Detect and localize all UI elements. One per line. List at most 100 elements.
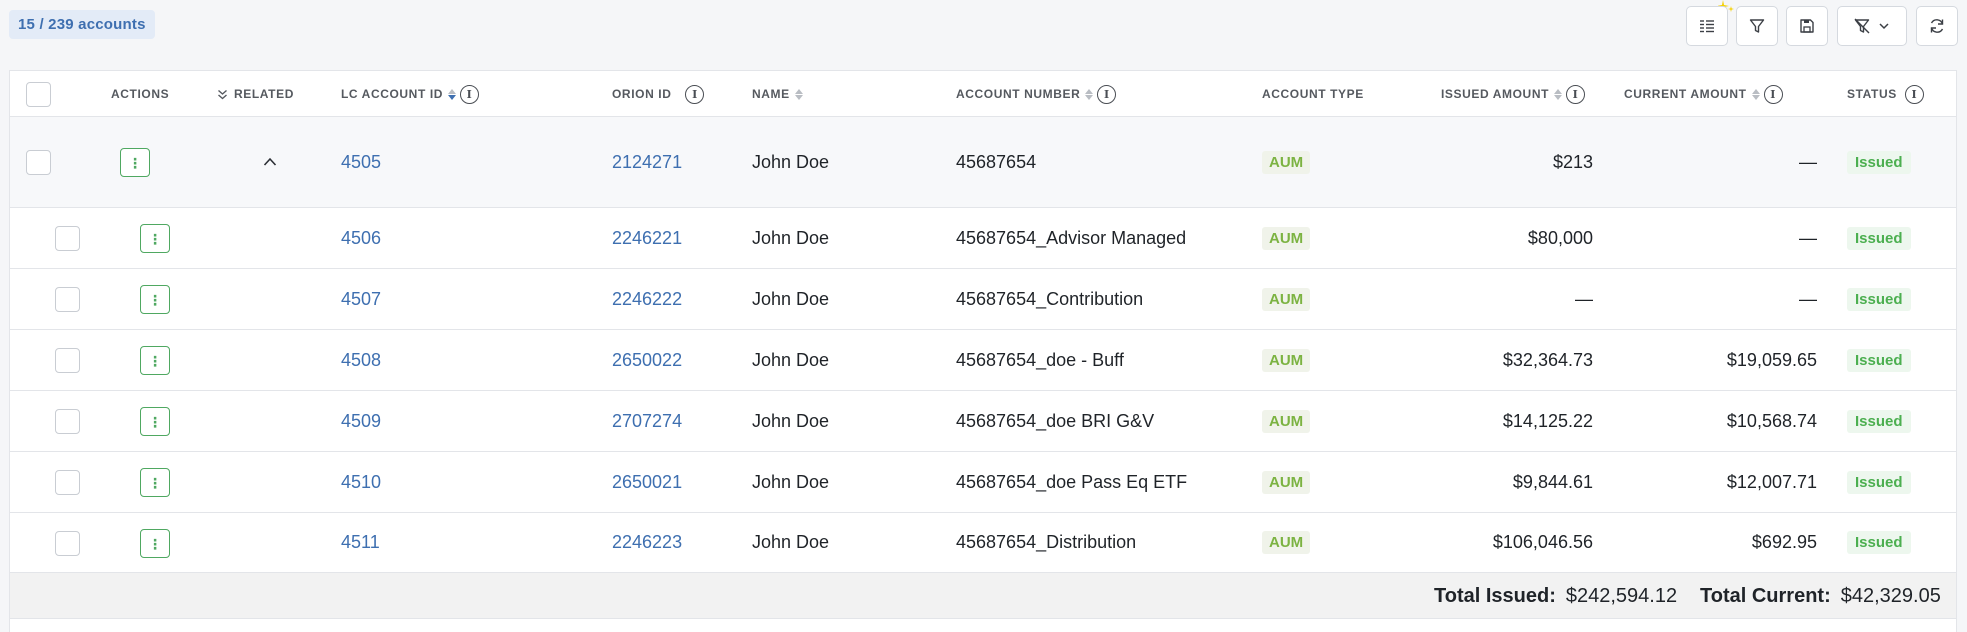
total-current-value: $42,329.05 xyxy=(1840,584,1941,607)
orion-id-link[interactable]: 2650022 xyxy=(612,330,682,390)
account-type-badge: AUM xyxy=(1262,150,1311,174)
filter-button[interactable] xyxy=(1736,6,1778,46)
table-row[interactable]: ⋮ 4510 2650021 John Doe 45687654_doe Pas… xyxy=(10,452,1956,513)
account-name: John Doe xyxy=(752,471,830,492)
orion-id-link[interactable]: 2707274 xyxy=(612,391,682,451)
save-button[interactable] xyxy=(1786,6,1828,46)
lc-account-id-link[interactable]: 4505 xyxy=(341,117,381,207)
table-row[interactable]: ⋮ 4509 2707274 John Doe 45687654_doe BRI… xyxy=(10,391,1956,452)
account-number: 45687654 xyxy=(956,151,1037,172)
total-current-label: Total Current: xyxy=(1700,584,1831,607)
table-row[interactable]: ⋮ 4506 2246221 John Doe 45687654_Advisor… xyxy=(10,208,1956,269)
row-checkbox[interactable] xyxy=(55,348,80,373)
status-badge: Issued xyxy=(1847,531,1911,554)
column-account-number[interactable]: ACCOUNT NUMBER i xyxy=(956,71,1117,117)
account-type-badge: AUM xyxy=(1262,287,1311,311)
table-row[interactable]: ⋮ 4511 2246223 John Doe 45687654_Distrib… xyxy=(10,513,1956,573)
total-issued: Total Issued: $242,594.12 xyxy=(1434,573,1677,619)
info-icon[interactable]: i xyxy=(1566,84,1586,104)
chevrons-down-icon xyxy=(218,89,227,99)
info-icon[interactable]: i xyxy=(1097,84,1117,104)
column-issued-amount[interactable]: ISSUED AMOUNT i xyxy=(1441,71,1586,117)
columns-button[interactable] xyxy=(1686,6,1728,46)
issued-amount: $106,046.56 xyxy=(1492,532,1593,552)
account-type-cell: AUM xyxy=(1262,117,1311,207)
issued-amount: $213 xyxy=(1552,151,1593,172)
refresh-button[interactable] xyxy=(1916,6,1958,46)
row-checkbox[interactable] xyxy=(55,287,80,312)
column-name[interactable]: NAME xyxy=(752,71,803,117)
row-actions-button[interactable]: ⋮ xyxy=(140,285,170,314)
info-icon[interactable]: i xyxy=(460,84,480,104)
current-amount: $12,007.71 xyxy=(1726,471,1817,492)
table-header: ACTIONS RELATED LC ACCOUNT ID i ORION ID… xyxy=(10,71,1956,117)
account-type-cell: AUM xyxy=(1262,452,1311,512)
column-status[interactable]: STATUS i xyxy=(1847,71,1924,117)
status-badge: Issued xyxy=(1847,470,1911,494)
sort-icon xyxy=(794,88,803,100)
filter-icon xyxy=(1749,19,1765,33)
account-type-cell: AUM xyxy=(1262,208,1311,268)
current-amount: — xyxy=(1799,288,1817,309)
column-lc-account-id[interactable]: LC ACCOUNT ID i xyxy=(341,71,480,117)
account-number: 45687654_doe BRI G&V xyxy=(956,410,1155,431)
lc-account-id-link[interactable]: 4508 xyxy=(341,330,381,390)
lc-account-id-link[interactable]: 4509 xyxy=(341,391,381,451)
account-type-cell: AUM xyxy=(1262,513,1311,572)
row-actions-button[interactable]: ⋮ xyxy=(140,224,170,253)
account-name: John Doe xyxy=(752,151,830,172)
row-checkbox[interactable] xyxy=(55,531,80,556)
row-actions-button[interactable]: ⋮ xyxy=(140,468,170,497)
row-actions-button[interactable]: ⋮ xyxy=(140,346,170,375)
sort-icon xyxy=(1085,88,1094,100)
account-name: John Doe xyxy=(752,532,830,552)
current-amount: $19,059.65 xyxy=(1726,349,1817,370)
row-checkbox[interactable] xyxy=(55,409,80,434)
column-related-label: RELATED xyxy=(234,87,294,101)
row-actions-button[interactable]: ⋮ xyxy=(140,407,170,436)
orion-id-link[interactable]: 2246221 xyxy=(612,208,682,268)
lc-account-id-link[interactable]: 4506 xyxy=(341,208,381,268)
lc-account-id-link[interactable]: 4507 xyxy=(341,269,381,329)
lc-account-id-link[interactable]: 4510 xyxy=(341,452,381,512)
table-row[interactable]: ⋮ 4508 2650022 John Doe 45687654_doe - B… xyxy=(10,330,1956,391)
row-checkbox[interactable] xyxy=(55,226,80,251)
row-checkbox[interactable] xyxy=(26,150,51,175)
row-actions-button[interactable]: ⋮ xyxy=(120,148,150,177)
account-type-cell: AUM xyxy=(1262,391,1311,451)
save-icon xyxy=(1800,19,1814,33)
select-all-checkbox[interactable] xyxy=(26,82,51,107)
column-current-amount-label: CURRENT AMOUNT xyxy=(1624,87,1747,101)
orion-id-link[interactable]: 2246222 xyxy=(612,269,682,329)
clear-filter-icon xyxy=(1854,18,1870,34)
toolbar: 15 / 239 accounts xyxy=(0,0,1967,56)
lc-account-id-link[interactable]: 4511 xyxy=(341,513,380,572)
column-name-label: NAME xyxy=(752,87,790,101)
account-type-badge: AUM xyxy=(1262,226,1311,250)
row-actions-button[interactable]: ⋮ xyxy=(140,529,170,558)
account-number: 45687654_Distribution xyxy=(956,532,1137,552)
orion-id-link[interactable]: 2124271 xyxy=(612,117,682,207)
account-type-badge: AUM xyxy=(1262,409,1311,433)
column-current-amount[interactable]: CURRENT AMOUNT i xyxy=(1624,71,1783,117)
column-related[interactable]: RELATED xyxy=(217,71,294,117)
column-actions: ACTIONS xyxy=(111,87,170,101)
account-name: John Doe xyxy=(752,227,830,248)
table-row[interactable]: ⋮ 4507 2246222 John Doe 45687654_Contrib… xyxy=(10,269,1956,330)
info-icon[interactable]: i xyxy=(1763,84,1783,104)
refresh-icon xyxy=(1930,19,1944,33)
column-orion-id[interactable]: ORION ID i xyxy=(612,71,705,117)
clear-filter-dropdown[interactable] xyxy=(1837,6,1907,46)
issued-amount: $80,000 xyxy=(1527,227,1593,248)
orion-id-link[interactable]: 2246223 xyxy=(612,513,682,572)
account-name: John Doe xyxy=(752,410,830,431)
info-icon[interactable]: i xyxy=(1904,84,1924,104)
info-icon[interactable]: i xyxy=(685,84,705,104)
status-cell: Issued xyxy=(1847,269,1911,329)
row-checkbox[interactable] xyxy=(55,470,80,495)
chevron-up-icon[interactable] xyxy=(263,155,277,169)
orion-id-link[interactable]: 2650021 xyxy=(612,452,682,512)
issued-amount: $9,844.61 xyxy=(1512,471,1593,492)
table-row[interactable]: ⋮ 4505 2124271 John Doe 45687654 AUM $21… xyxy=(10,117,1956,208)
account-number: 45687654_Contribution xyxy=(956,288,1144,309)
